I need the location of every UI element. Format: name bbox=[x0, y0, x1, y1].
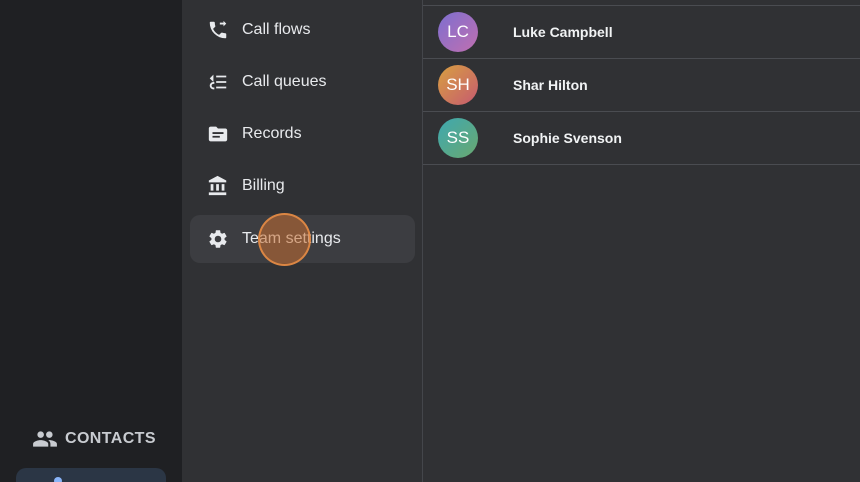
rail-contacts-label: CONTACTS bbox=[65, 430, 156, 447]
gear-icon bbox=[206, 227, 230, 251]
call-queues-icon bbox=[206, 70, 230, 94]
menu-item-billing[interactable]: Billing bbox=[190, 162, 415, 210]
list-item[interactable]: LC Luke Campbell bbox=[423, 6, 860, 59]
rail-active-indicator-icon bbox=[54, 477, 62, 482]
rail-active-item[interactable] bbox=[16, 468, 166, 482]
avatar: SH bbox=[438, 65, 478, 105]
menu-item-label: Call flows bbox=[242, 21, 311, 38]
list-item[interactable]: SH Shar Hilton bbox=[423, 59, 860, 112]
rail-contacts-item[interactable]: CONTACTS bbox=[16, 423, 166, 455]
menu-item-records[interactable]: Records bbox=[190, 110, 415, 158]
records-icon bbox=[206, 122, 230, 146]
menu-item-label: Billing bbox=[242, 177, 285, 194]
contact-name: Sophie Svenson bbox=[513, 130, 622, 146]
avatar: LC bbox=[438, 12, 478, 52]
menu-item-call-flows[interactable]: Call flows bbox=[190, 6, 415, 54]
people-icon bbox=[32, 426, 58, 452]
billing-icon bbox=[206, 174, 230, 198]
menu-item-label: Call queues bbox=[242, 73, 327, 90]
menu-item-call-queues[interactable]: Call queues bbox=[190, 58, 415, 106]
call-flows-icon bbox=[206, 18, 230, 42]
contact-name: Luke Campbell bbox=[513, 24, 613, 40]
list-item[interactable]: SS Sophie Svenson bbox=[423, 112, 860, 165]
contact-list: LC Luke Campbell SH Shar Hilton SS Sophi… bbox=[423, 0, 860, 482]
left-rail: CONTACTS bbox=[0, 0, 182, 482]
avatar: SS bbox=[438, 118, 478, 158]
click-highlight bbox=[258, 213, 311, 266]
contact-name: Shar Hilton bbox=[513, 77, 588, 93]
menu-item-label: Records bbox=[242, 125, 302, 142]
